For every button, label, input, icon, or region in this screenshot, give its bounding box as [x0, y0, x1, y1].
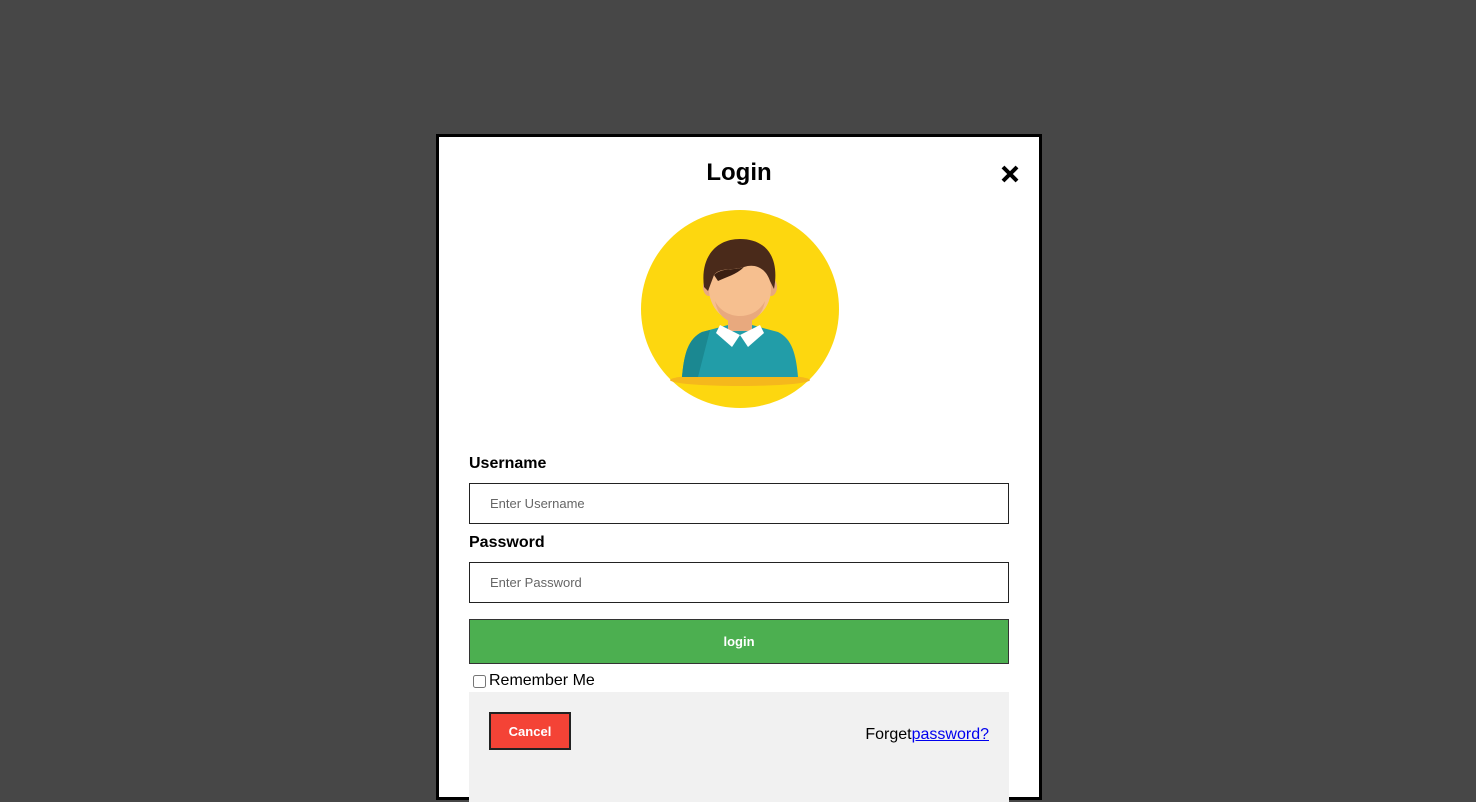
remember-me-label: Remember Me [489, 672, 595, 689]
login-modal: Login Username Password login Remember M… [436, 134, 1042, 802]
close-icon[interactable] [999, 163, 1021, 185]
cancel-button[interactable]: Cancel [489, 712, 571, 750]
modal-footer: Cancel Forgetpassword? [469, 692, 1009, 802]
username-label: Username [469, 455, 547, 472]
remember-me-row: Remember Me [472, 672, 595, 690]
forget-password-link[interactable]: password? [912, 726, 989, 743]
forget-label: Forget [865, 726, 912, 743]
forget-password-text: Forgetpassword? [865, 726, 989, 744]
login-button[interactable]: login [469, 619, 1009, 664]
remember-me-checkbox[interactable] [473, 674, 486, 688]
password-label: Password [469, 534, 545, 551]
user-avatar-icon [641, 210, 839, 408]
username-input[interactable] [469, 483, 1009, 524]
password-input[interactable] [469, 562, 1009, 603]
modal-title: Login [706, 159, 772, 186]
